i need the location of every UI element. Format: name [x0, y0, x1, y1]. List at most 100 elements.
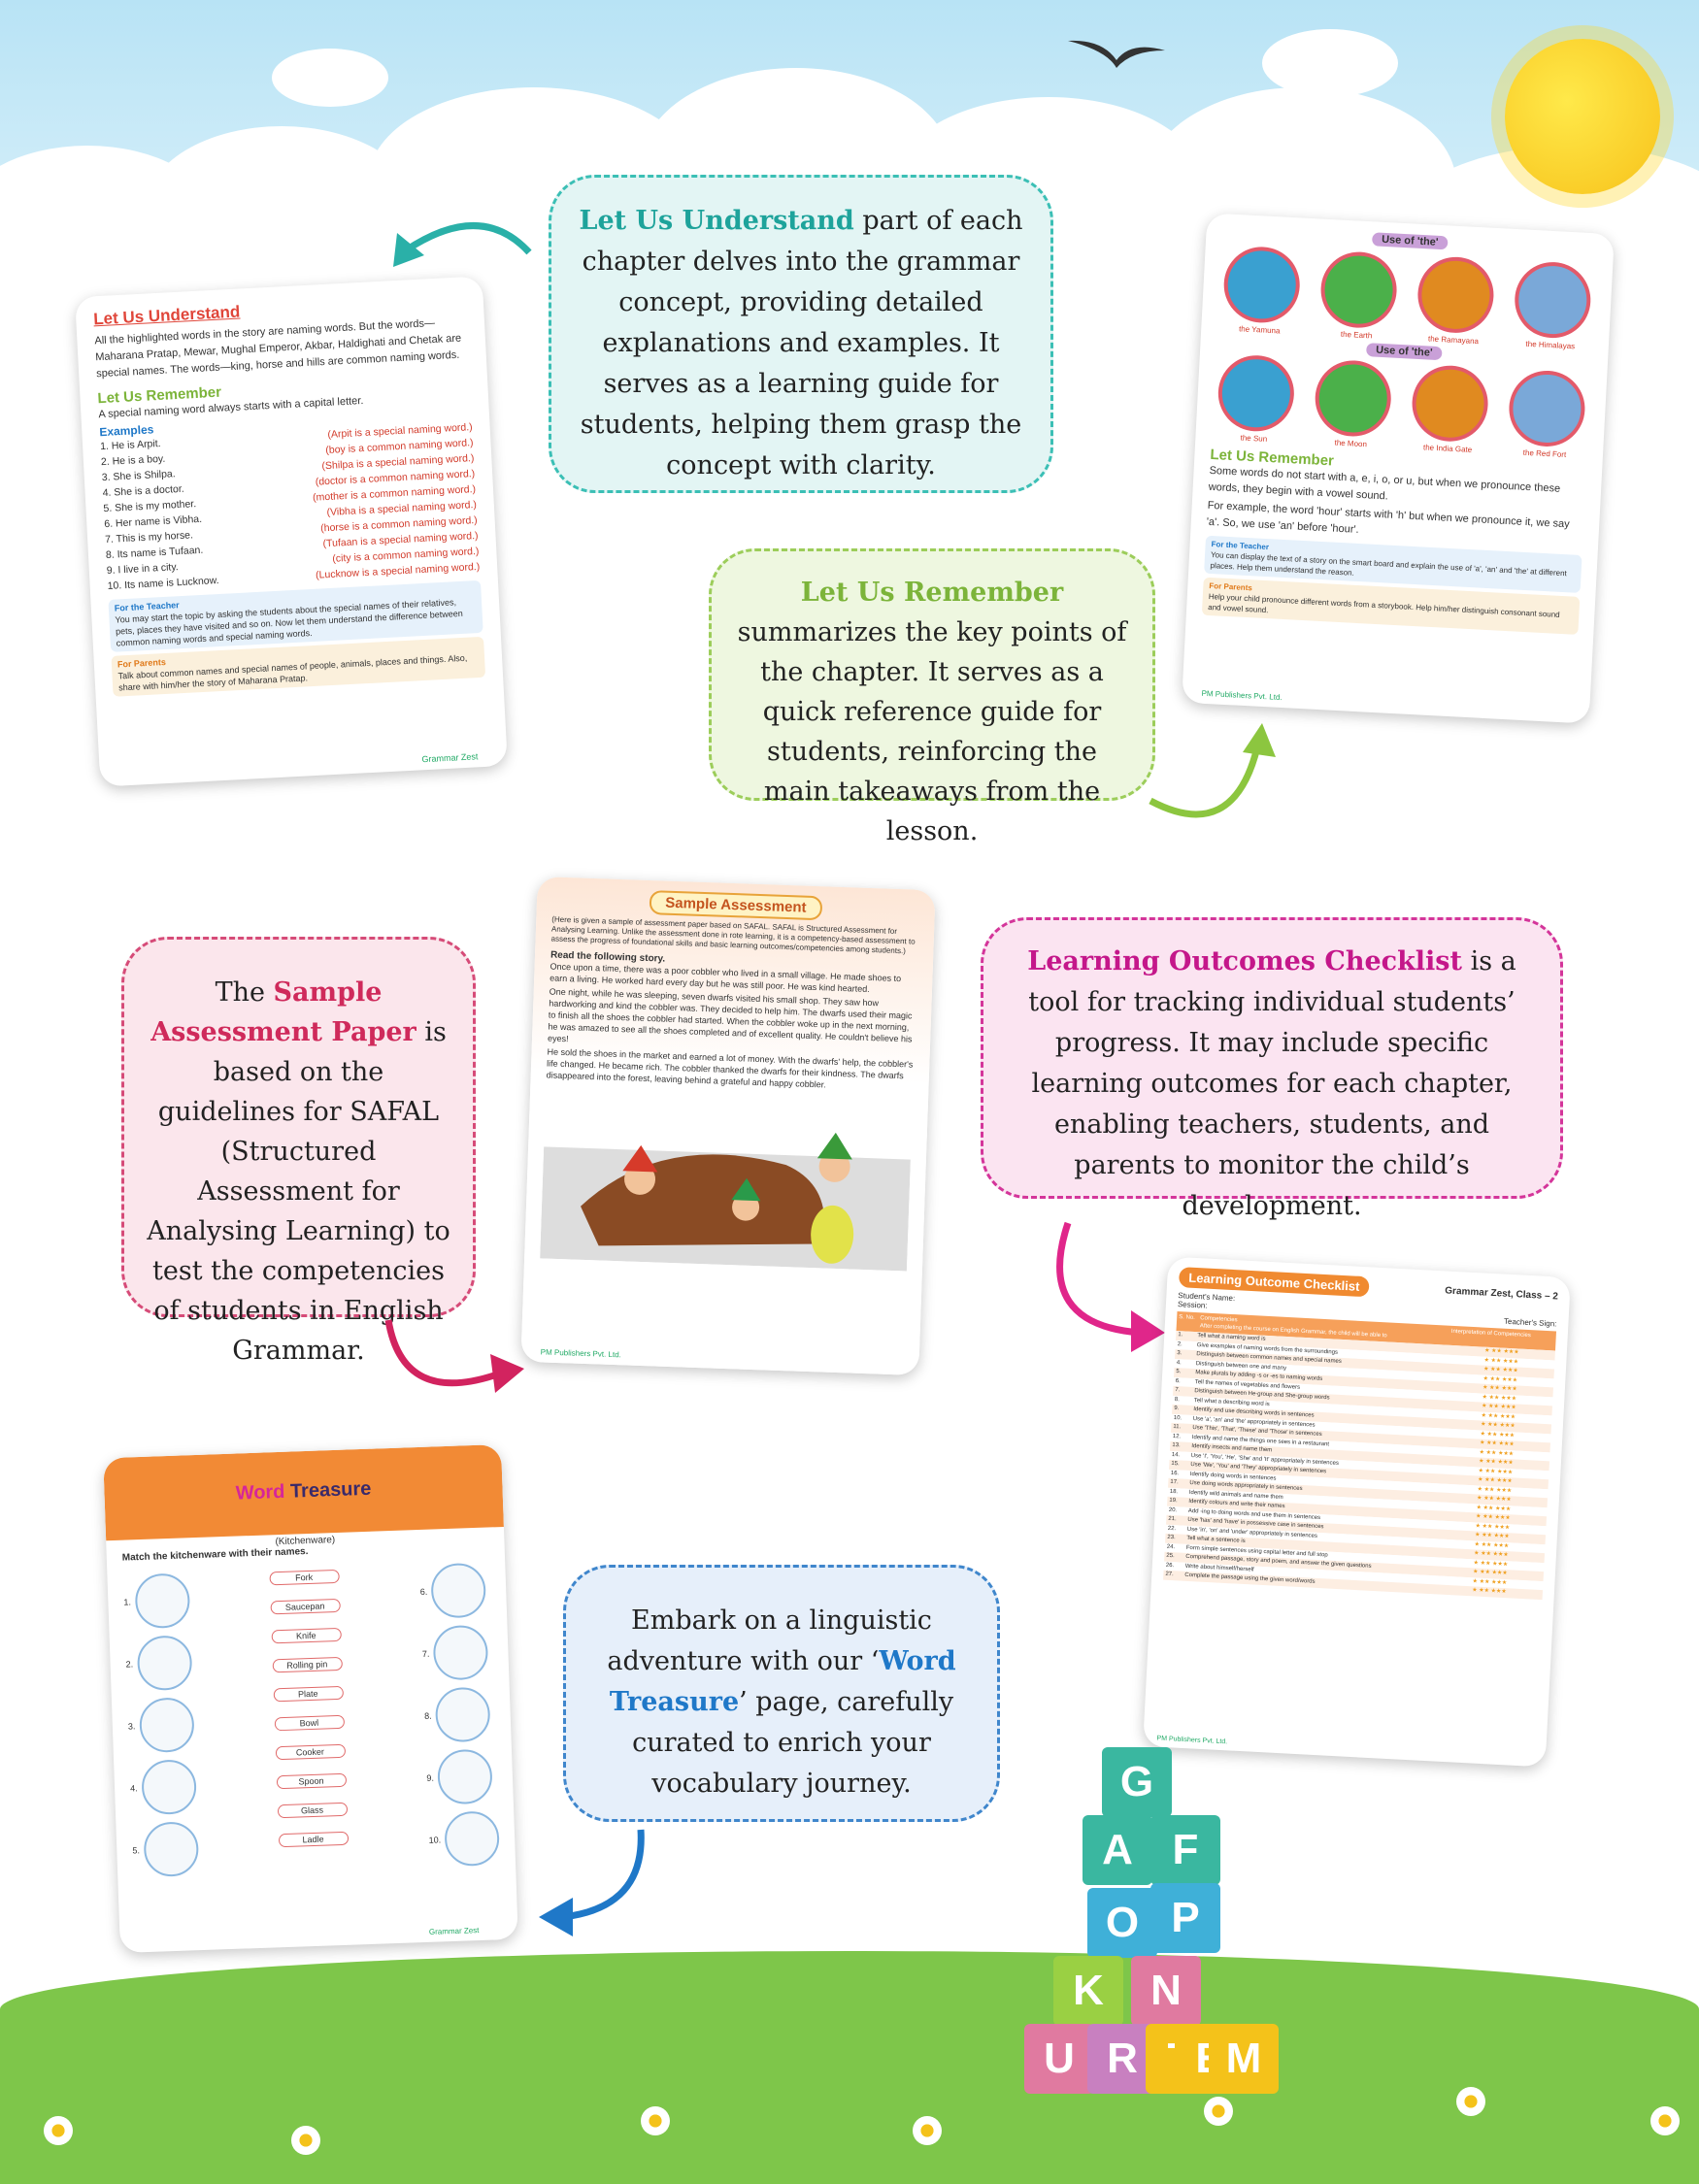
item-number: 3. — [127, 1721, 136, 1732]
use-the-caption: the Sun — [1240, 433, 1268, 444]
kitchenware-picture — [434, 1686, 491, 1743]
assessment-bubble: The Sample Assessment Paper is based on … — [121, 937, 476, 1366]
item-number: 1. — [123, 1597, 132, 1607]
understand-title: Let Us Understand — [579, 206, 854, 236]
treasure-bubble: Embark on a linguistic adventure with ou… — [563, 1565, 1000, 1822]
kitchenware-right: 10. — [428, 1806, 501, 1870]
word-label: Cooker — [275, 1743, 346, 1761]
letter-block: K — [1053, 1956, 1123, 2026]
checklist-num: 27. — [1165, 1571, 1174, 1578]
use-the-item: the Red Fort — [1502, 368, 1592, 460]
word-label: Saucepan — [269, 1598, 341, 1615]
letter-block: M — [1209, 2024, 1279, 2094]
kitchenware-picture — [140, 1759, 197, 1816]
arrow-to-assessment — [384, 1319, 524, 1393]
kitchenware-picture — [138, 1697, 195, 1754]
page3-footer: PM Publishers Pvt. Ltd. — [540, 1347, 622, 1360]
item-number: 4. — [129, 1783, 138, 1794]
daisy-icon — [641, 2106, 670, 2135]
daisy-icon — [913, 2116, 942, 2145]
page5-right-column: 6. 7. 8. 9. 10. — [419, 1558, 501, 1870]
item-number: 9. — [426, 1772, 435, 1783]
page5-title-word: Word — [235, 1480, 285, 1505]
assessment-title: Sample Assessment Paper — [150, 977, 416, 1047]
kitchenware-picture — [136, 1635, 193, 1692]
checklist-text: is a tool for tracking individual studen… — [1028, 946, 1516, 1221]
item-number: 7. — [421, 1648, 430, 1659]
assessment-page: Sample Assessment (Here is given a sampl… — [520, 876, 936, 1376]
kitchenware-picture — [133, 1572, 190, 1630]
use-the-caption: the India Gate — [1422, 443, 1473, 454]
use-the-caption: the Ramayana — [1427, 334, 1480, 347]
word-label: Glass — [277, 1802, 348, 1819]
item-number: 10. — [428, 1835, 442, 1845]
picture-icon — [1318, 249, 1399, 330]
kitchenware-picture — [432, 1624, 489, 1681]
page4-table-body: 1. Tell what a naming word is ★ ★★ ★★★ 2. Gi… — [1163, 1331, 1555, 1600]
page2-use-the-1: Use of 'the' — [1371, 232, 1449, 250]
page2-footer: PM Publishers Pvt. Ltd. — [1201, 688, 1283, 703]
picture-icon — [1507, 368, 1587, 448]
arrow-to-remember — [1149, 723, 1276, 818]
use-the-item: the Yamuna — [1216, 245, 1307, 336]
page2-row1: the Yamuna the Earth the Ramayana the Himal… — [1216, 245, 1597, 351]
word-treasure-page: Word Treasure (Kitchenware) Match the ki… — [103, 1444, 518, 1953]
page2-use-the-2: Use of 'the' — [1365, 343, 1443, 361]
kitchenware-right: 6. — [419, 1558, 492, 1622]
word-label: Bowl — [274, 1714, 345, 1732]
remember-text: summarizes the key points of the chapter… — [737, 617, 1127, 846]
picture-icon — [1513, 260, 1593, 341]
bird-icon — [1068, 40, 1165, 68]
page5-footer: Grammar Zest — [428, 1926, 480, 1936]
use-the-caption: the Himalayas — [1525, 339, 1576, 351]
daisy-icon — [291, 2126, 320, 2155]
letter-block: N — [1131, 1956, 1201, 2026]
picture-icon — [1410, 363, 1490, 444]
kitchenware-left: 4. — [129, 1755, 197, 1819]
kitchenware-left: 2. — [125, 1631, 193, 1695]
cobbler-illustration — [540, 1132, 911, 1272]
letter-block: F — [1150, 1815, 1220, 1885]
checklist-bubble: Learning Outcomes Checklist is a tool fo… — [981, 917, 1563, 1221]
kitchenware-picture — [430, 1562, 487, 1619]
page4-col-sno: S. No. — [1179, 1314, 1196, 1322]
small-cloud — [272, 49, 388, 107]
page3-title: Sample Assessment — [649, 890, 822, 921]
use-the-caption: the Earth — [1340, 329, 1373, 341]
page1-parents-text: Talk about common names and special name… — [117, 652, 468, 693]
kitchenware-left: 1. — [122, 1569, 190, 1633]
remember-bubble: Let Us Remember summarizes the key point… — [709, 548, 1155, 846]
kitchenware-right: 9. — [425, 1744, 498, 1808]
arrow-to-understand — [393, 222, 532, 267]
use-the-caption: the Red Fort — [1522, 447, 1567, 460]
use-the-item: the Sun — [1211, 353, 1301, 445]
kitchenware-picture — [436, 1748, 493, 1805]
checklist-page: Learning Outcome Checklist Grammar Zest, … — [1143, 1256, 1571, 1768]
checklist-title: Learning Outcomes Checklist — [1027, 946, 1462, 976]
small-cloud — [1262, 29, 1398, 97]
item-number: 2. — [125, 1659, 134, 1670]
page4-teacher: Teacher's Sign: — [1503, 1316, 1557, 1329]
letter-block: U — [1024, 2024, 1094, 2094]
understand-text: part of each chapter delves into the gra… — [580, 206, 1023, 480]
use-the-caption: the Yamuna — [1238, 324, 1281, 336]
arrow-to-checklist — [1056, 1221, 1165, 1352]
remember-page: Use of 'the' the Yamuna the Earth the Rama… — [1182, 213, 1615, 724]
daisy-icon — [1456, 2087, 1485, 2116]
use-the-item: the Moon — [1308, 358, 1398, 449]
daisy-icon — [44, 2116, 73, 2145]
use-the-item: the Himalayas — [1508, 260, 1598, 351]
use-the-item: the India Gate — [1405, 363, 1495, 454]
page3-intro: (Here is given a sample of assessment pa… — [550, 914, 916, 956]
kitchenware-picture — [444, 1810, 501, 1868]
daisy-icon — [1204, 2097, 1233, 2126]
page1-examples-list: 1. He is Arpit. (Arpit is a special namin… — [100, 419, 481, 594]
assessment-pre: The — [215, 977, 274, 1008]
picture-icon — [1416, 254, 1496, 335]
use-the-item: the Earth — [1314, 249, 1404, 341]
word-label: Plate — [273, 1685, 344, 1703]
sun-icon — [1505, 39, 1660, 194]
page5-title-treasure: Treasure — [284, 1477, 372, 1503]
word-label: Fork — [268, 1569, 340, 1586]
item-number: 8. — [424, 1710, 432, 1721]
